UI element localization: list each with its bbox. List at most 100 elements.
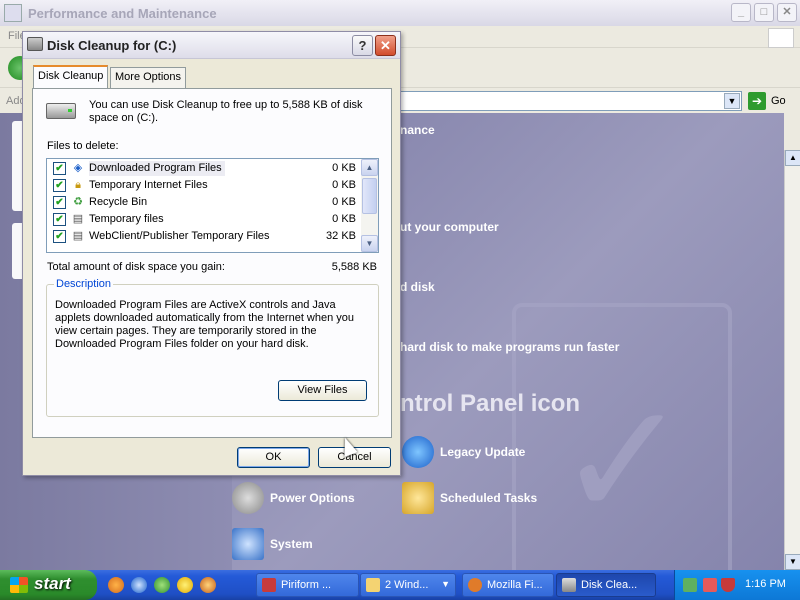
firefox-quicklaunch-icon[interactable] (108, 577, 124, 593)
system-link[interactable]: System (270, 537, 313, 551)
minimize-icon[interactable]: _ (731, 3, 751, 22)
control-panel-titlebar: Performance and Maintenance _ □ ✕ (0, 0, 800, 26)
checkbox[interactable]: ✔ (53, 230, 66, 243)
view-files-button[interactable]: View Files (278, 380, 367, 401)
go-arrow-icon[interactable]: ➔ (748, 92, 766, 110)
scroll-up-icon[interactable]: ▲ (361, 159, 378, 176)
address-input[interactable]: ▼ (400, 91, 742, 111)
tab-disk-cleanup[interactable]: Disk Cleanup (33, 65, 109, 88)
close-icon[interactable]: ✕ (777, 3, 797, 22)
list-item[interactable]: ✔ ◈ Downloaded Program Files 0 KB (47, 160, 362, 177)
disk-cleanup-panel: You can use Disk Cleanup to free up to 5… (32, 88, 392, 438)
description-legend: Description (54, 278, 114, 290)
messenger-smiley-icon[interactable] (177, 577, 193, 593)
control-panel-heading: ntrol Panel icon (400, 390, 581, 417)
file-size: 0 KB (332, 196, 356, 208)
control-panel-app-icon (4, 4, 22, 22)
checkbox[interactable]: ✔ (53, 213, 66, 226)
dialog-title: Disk Cleanup for (C:) (47, 38, 177, 53)
file-name: Recycle Bin (89, 196, 148, 208)
security-alert-icon[interactable] (703, 578, 717, 592)
file-size: 0 KB (332, 162, 356, 174)
tab-label: Disk Cleanup (38, 70, 104, 82)
clock: 1:16 PM (745, 578, 786, 590)
task-link[interactable]: d disk (400, 280, 435, 294)
program-files-icon: ◈ (73, 162, 83, 174)
intro-text: You can use Disk Cleanup to free up to 5… (89, 99, 363, 124)
hard-disk-icon (46, 103, 76, 119)
scroll-down-icon[interactable]: ▼ (361, 235, 378, 252)
description-group: Description Downloaded Program Files are… (46, 278, 379, 417)
task-link[interactable]: ut your computer (400, 220, 499, 234)
help-button[interactable]: ? (352, 35, 373, 56)
checkbox[interactable]: ✔ (53, 162, 66, 175)
system-tray: 1:16 PM (674, 570, 800, 600)
disk-cleanup-dialog: Disk Cleanup for (C:) ? ✕ Disk Cleanup M… (22, 31, 401, 476)
start-label: start (34, 574, 71, 593)
windows-flag-icon (10, 577, 28, 593)
dialog-titlebar: Disk Cleanup for (C:) ? ✕ (23, 32, 400, 59)
lock-icon: 🔒︎ (75, 179, 81, 191)
file-name: Temporary Internet Files (89, 179, 208, 191)
ok-button[interactable]: OK (237, 447, 310, 468)
folder-icon (366, 578, 380, 592)
firefox-icon (468, 578, 482, 592)
users-quicklaunch-icon[interactable] (200, 577, 216, 593)
go-label[interactable]: Go (771, 95, 786, 107)
task-link[interactable]: hard disk to make programs run faster (400, 340, 619, 354)
scroll-up-icon[interactable]: ▲ (785, 150, 800, 166)
file-name: Downloaded Program Files (89, 161, 225, 176)
files-to-delete-label: Files to delete: (47, 140, 119, 152)
total-space-value: 5,588 KB (331, 261, 377, 273)
taskbar: start Piriform ... 2 Wind... ▼ Mozilla F… (0, 570, 800, 600)
taskbar-button-piriform[interactable]: Piriform ... (256, 573, 359, 597)
taskbar-button-firefox[interactable]: Mozilla Fi... (462, 573, 554, 597)
legacy-update-icon[interactable] (402, 436, 434, 468)
webclient-icon: ▤ (72, 230, 84, 242)
taskbar-button-disk-cleanup[interactable]: Disk Clea... (556, 573, 656, 597)
file-size: 0 KB (332, 179, 356, 191)
windows-logo-icon (768, 28, 794, 48)
description-text: Downloaded Program Files are ActiveX con… (55, 299, 355, 350)
scrollbar-thumb[interactable] (362, 178, 377, 214)
control-panel-title: Performance and Maintenance (28, 6, 217, 21)
chevron-down-icon[interactable]: ▼ (724, 93, 740, 109)
checkbox[interactable]: ✔ (53, 196, 66, 209)
list-item[interactable]: ✔ ▤ Temporary files 0 KB (47, 211, 362, 228)
list-scrollbar[interactable]: ▲ ▼ (361, 159, 378, 252)
scroll-down-icon[interactable]: ▼ (785, 554, 800, 570)
maximize-icon[interactable]: □ (754, 3, 774, 22)
power-options-link[interactable]: Power Options (270, 491, 355, 505)
recycle-bin-icon: ♻ (73, 196, 83, 208)
network-icon[interactable] (683, 578, 697, 592)
file-name: WebClient/Publisher Temporary Files (89, 230, 270, 242)
tab-more-options[interactable]: More Options (110, 67, 187, 88)
chrome-quicklaunch-icon[interactable] (154, 577, 170, 593)
file-size: 32 KB (326, 230, 356, 242)
start-button[interactable]: start (0, 570, 97, 600)
piriform-icon (262, 578, 276, 592)
list-item[interactable]: ✔ ♻ Recycle Bin 0 KB (47, 194, 362, 211)
close-button[interactable]: ✕ (375, 35, 396, 56)
taskbar-button-label: 2 Wind... (385, 579, 429, 591)
disk-cleanup-app-icon (27, 37, 43, 51)
scheduled-tasks-link[interactable]: Scheduled Tasks (440, 491, 537, 505)
tab-label: More Options (115, 71, 182, 83)
taskbar-button-windows-group[interactable]: 2 Wind... ▼ (360, 573, 456, 597)
temp-files-icon: ▤ (72, 213, 84, 225)
list-item[interactable]: ✔ 🔒︎ Temporary Internet Files 0 KB (47, 177, 362, 194)
shield-icon[interactable] (721, 578, 735, 592)
system-icon[interactable] (232, 528, 264, 560)
vertical-scrollbar[interactable]: ▲ ▼ (784, 150, 800, 570)
scheduled-tasks-icon[interactable] (402, 482, 434, 514)
section-header: nance (400, 123, 435, 137)
power-options-icon[interactable] (232, 482, 264, 514)
ie-quicklaunch-icon[interactable] (131, 577, 147, 593)
checkbox[interactable]: ✔ (53, 179, 66, 192)
disk-cleanup-icon (562, 578, 576, 592)
legacy-update-link[interactable]: Legacy Update (440, 445, 525, 459)
list-item[interactable]: ✔ ▤ WebClient/Publisher Temporary Files … (47, 228, 362, 245)
files-to-delete-list[interactable]: ✔ ◈ Downloaded Program Files 0 KB ✔ 🔒︎ T… (46, 158, 379, 253)
file-size: 0 KB (332, 213, 356, 225)
chevron-down-icon: ▼ (441, 579, 450, 589)
